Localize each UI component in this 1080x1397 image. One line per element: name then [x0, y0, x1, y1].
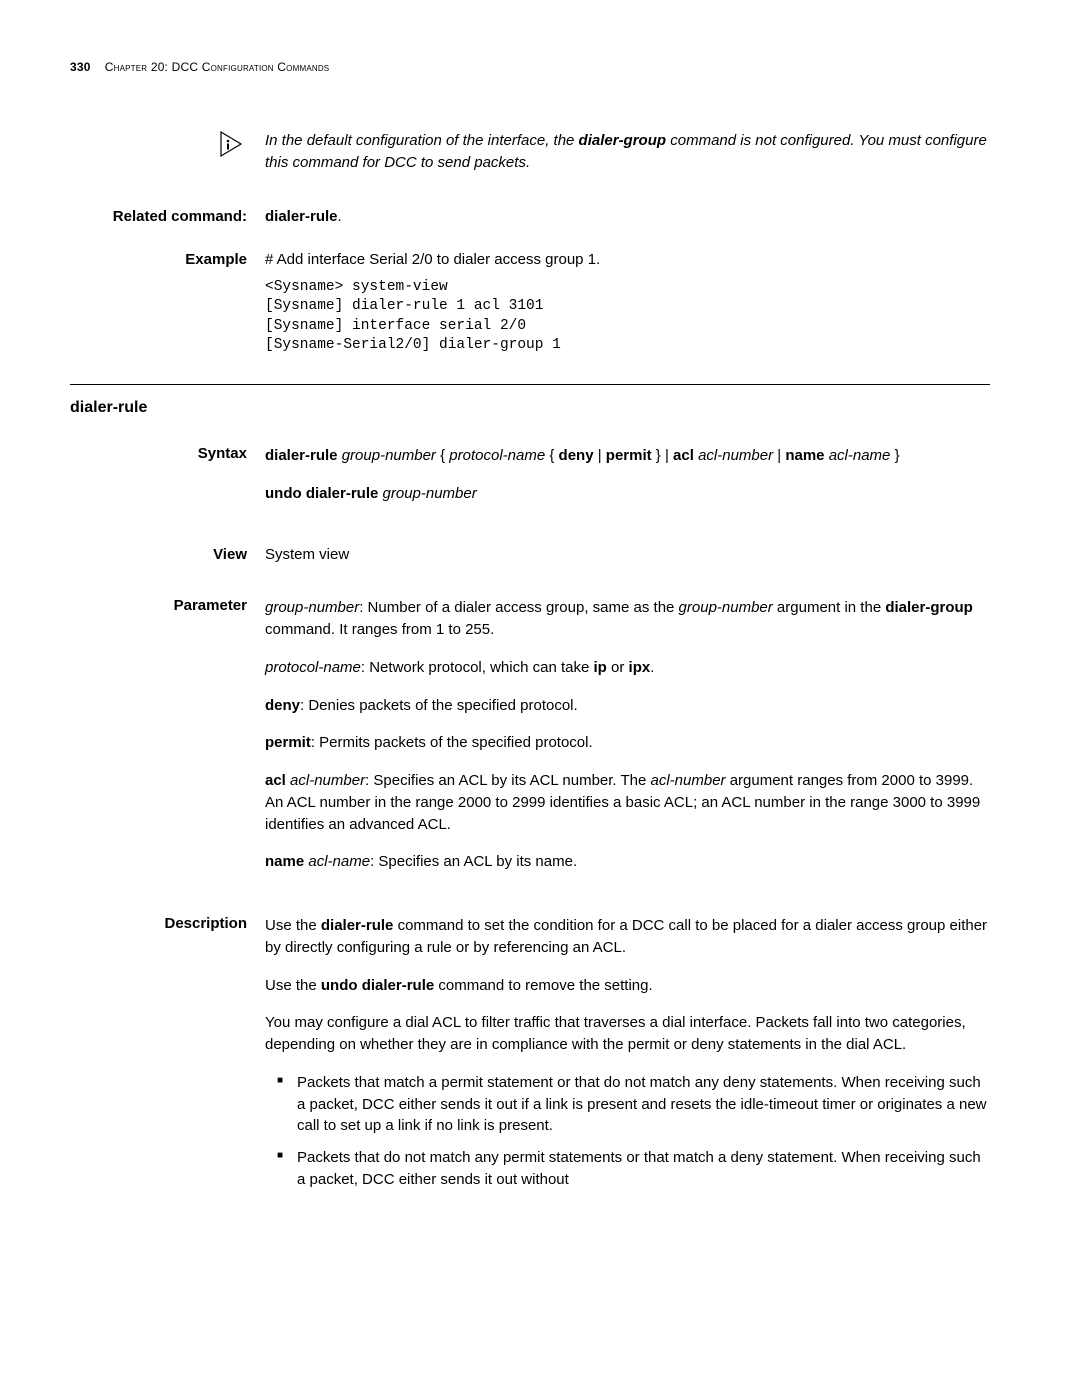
example-desc: # Add interface Serial 2/0 to dialer acc… [265, 251, 990, 268]
view-value: System view [265, 546, 349, 563]
param-name: name acl-name: Specifies an ACL by its n… [265, 851, 990, 873]
related-command-value: dialer-rule [265, 208, 338, 225]
related-command-label: Related command: [113, 208, 247, 225]
section-divider [70, 384, 990, 385]
param-permit: permit: Permits packets of the specified… [265, 732, 990, 754]
param-acl: acl acl-number: Specifies an ACL by its … [265, 770, 990, 835]
info-arrow-icon [219, 130, 247, 158]
page-header: 330 Chapter 20: DCC Configuration Comman… [70, 60, 990, 74]
chapter-title: Chapter 20: DCC Configuration Commands [105, 60, 330, 74]
related-command-row: Related command: dialer-rule. [70, 208, 990, 225]
syntax-label: Syntax [198, 445, 247, 462]
param-group-number: group-number: Number of a dialer access … [265, 597, 990, 641]
desc-p2: Use the undo dialer-rule command to remo… [265, 975, 990, 997]
syntax-undo: undo dialer-rule group-number [265, 483, 990, 505]
page-number: 330 [70, 60, 91, 74]
param-protocol-name: protocol-name: Network protocol, which c… [265, 657, 990, 679]
page: 330 Chapter 20: DCC Configuration Comman… [0, 0, 1080, 1269]
list-item: Packets that match a permit statement or… [283, 1072, 990, 1137]
desc-p1: Use the dialer-rule command to set the c… [265, 915, 990, 959]
example-label: Example [185, 251, 247, 268]
description-row: Description Use the dialer-rule command … [70, 915, 990, 1201]
example-cli: <Sysname> system-view [Sysname] dialer-r… [265, 278, 990, 356]
desc-list: Packets that match a permit statement or… [265, 1072, 990, 1191]
section-title: dialer-rule [70, 399, 990, 417]
syntax-line: dialer-rule group-number { protocol-name… [265, 445, 990, 467]
syntax-row: Syntax dialer-rule group-number { protoc… [70, 445, 990, 521]
view-label: View [213, 546, 247, 563]
example-row: Example # Add interface Serial 2/0 to di… [70, 251, 990, 356]
desc-p3: You may configure a dial ACL to filter t… [265, 1012, 990, 1056]
description-label: Description [164, 915, 247, 932]
parameter-row: Parameter group-number: Number of a dial… [70, 597, 990, 889]
note-row: In the default configuration of the inte… [70, 130, 990, 174]
view-row: View System view [70, 546, 990, 563]
note-text: In the default configuration of the inte… [265, 130, 990, 174]
param-deny: deny: Denies packets of the specified pr… [265, 695, 990, 717]
parameter-label: Parameter [174, 597, 247, 614]
list-item: Packets that do not match any permit sta… [283, 1147, 990, 1191]
